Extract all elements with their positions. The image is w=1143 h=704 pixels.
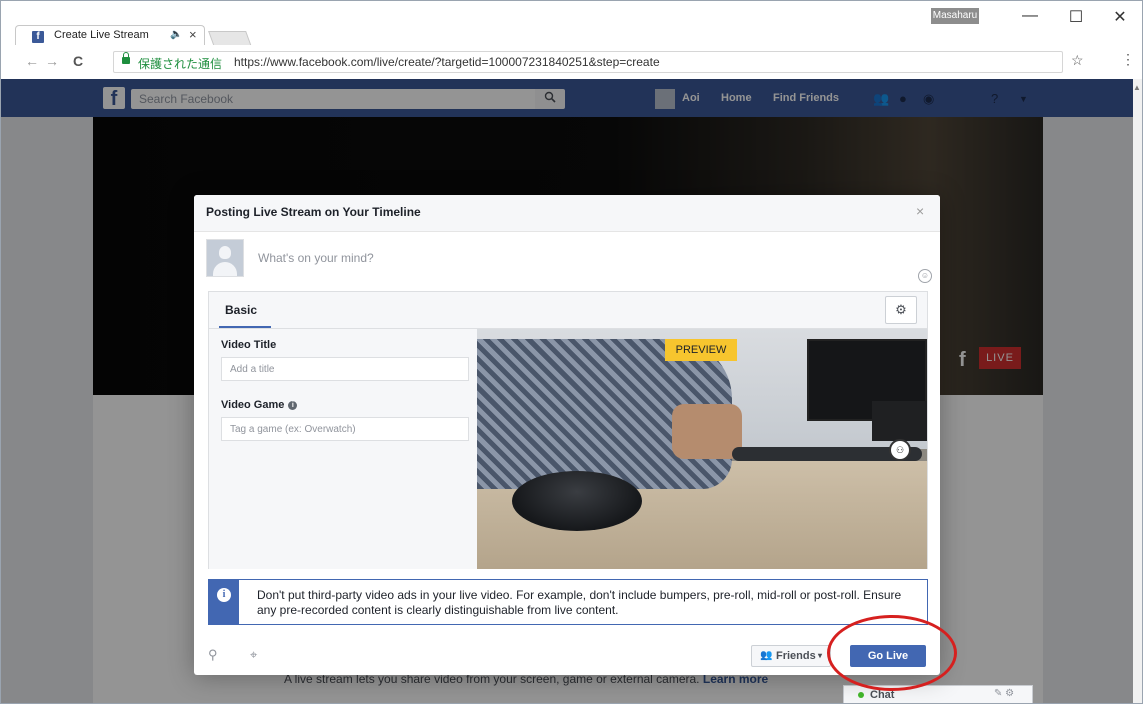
- url-text: https://www.facebook.com/live/create/?ta…: [234, 55, 660, 69]
- composer-avatar: [206, 239, 244, 277]
- dialog-title: Posting Live Stream on Your Timeline: [206, 205, 421, 219]
- maximize-button[interactable]: ☐: [1061, 7, 1091, 27]
- tag-people-icon[interactable]: ⚲: [208, 647, 218, 663]
- tab-title: Create Live Stream: [54, 29, 149, 41]
- scroll-up-icon[interactable]: ▲: [1133, 83, 1141, 92]
- chevron-down-icon: ▾: [818, 651, 823, 660]
- dialog-header: Posting Live Stream on Your Timeline ×: [194, 195, 940, 232]
- camera-preview: PREVIEW ⚇: [477, 329, 927, 569]
- gear-icon[interactable]: ⚙: [885, 296, 917, 324]
- browser-menu-icon[interactable]: ⋮: [1121, 51, 1135, 68]
- reload-button[interactable]: C: [73, 53, 83, 69]
- preview-monitor-secondary: [872, 401, 927, 441]
- form-column: Video Title Add a title Video Game i Tag …: [209, 329, 477, 569]
- video-title-label: Video Title: [221, 339, 277, 351]
- stream-settings-panel: Basic ⚙ Video Title Add a title Video Ga…: [208, 291, 928, 569]
- tab-create-live-stream[interactable]: f Create Live Stream 🔈 ×: [15, 25, 205, 46]
- address-bar: ← → C 保護された通信 https://www.facebook.com/l…: [1, 45, 1142, 80]
- secure-label: 保護された通信: [138, 57, 223, 71]
- facebook-favicon-icon: f: [32, 31, 44, 43]
- page-scrollbar[interactable]: ▲: [1133, 79, 1142, 703]
- stream-control-icon[interactable]: ⚇: [889, 439, 911, 461]
- friends-icon: 👥: [760, 650, 773, 661]
- chat-options-icon[interactable]: ✎ ⚙: [994, 688, 1014, 699]
- emoji-icon[interactable]: ☺: [918, 269, 932, 283]
- close-window-button[interactable]: ✕: [1105, 7, 1135, 27]
- tab-audio-icon[interactable]: 🔈: [170, 29, 182, 40]
- notice-text: Don't put third-party video ads in your …: [257, 588, 902, 617]
- highlight-annotation: [827, 615, 957, 691]
- location-icon[interactable]: ⌖: [250, 647, 257, 663]
- lock-icon: [122, 52, 130, 64]
- profile-badge[interactable]: Masaharu: [931, 8, 979, 24]
- video-game-label: Video Game: [221, 399, 285, 411]
- ads-policy-notice: i Don't put third-party video ads in you…: [208, 579, 928, 625]
- browser-window: f Create Live Stream 🔈 × Masaharu — ☐ ✕ …: [0, 0, 1143, 704]
- audience-selector[interactable]: 👥 Friends ▾: [751, 645, 831, 667]
- tab-basic[interactable]: Basic: [219, 298, 263, 317]
- notice-icon-bar: i: [209, 580, 239, 624]
- online-status-icon: [858, 692, 864, 698]
- video-title-input[interactable]: Add a title: [221, 357, 469, 381]
- tab-close-icon[interactable]: ×: [189, 27, 197, 42]
- back-button[interactable]: ←: [25, 53, 39, 69]
- composer-input[interactable]: What's on your mind?: [258, 251, 374, 265]
- forward-button[interactable]: →: [45, 53, 59, 69]
- close-icon[interactable]: ×: [916, 203, 924, 219]
- live-stream-dialog: Posting Live Stream on Your Timeline × W…: [194, 195, 940, 675]
- video-game-input[interactable]: Tag a game (ex: Overwatch): [221, 417, 469, 441]
- info-icon: i: [217, 588, 231, 602]
- minimize-button[interactable]: —: [1015, 7, 1045, 25]
- preview-camera-device: [512, 471, 642, 531]
- url-input[interactable]: 保護された通信 https://www.facebook.com/live/cr…: [113, 51, 1063, 73]
- title-bar: f Create Live Stream 🔈 × Masaharu — ☐ ✕: [1, 1, 1142, 47]
- audience-label: Friends: [776, 650, 816, 662]
- preview-badge: PREVIEW: [665, 339, 737, 361]
- bookmark-star-icon[interactable]: ☆: [1071, 52, 1084, 69]
- video-game-label-row: Video Game i: [221, 399, 298, 411]
- info-icon[interactable]: i: [288, 400, 298, 410]
